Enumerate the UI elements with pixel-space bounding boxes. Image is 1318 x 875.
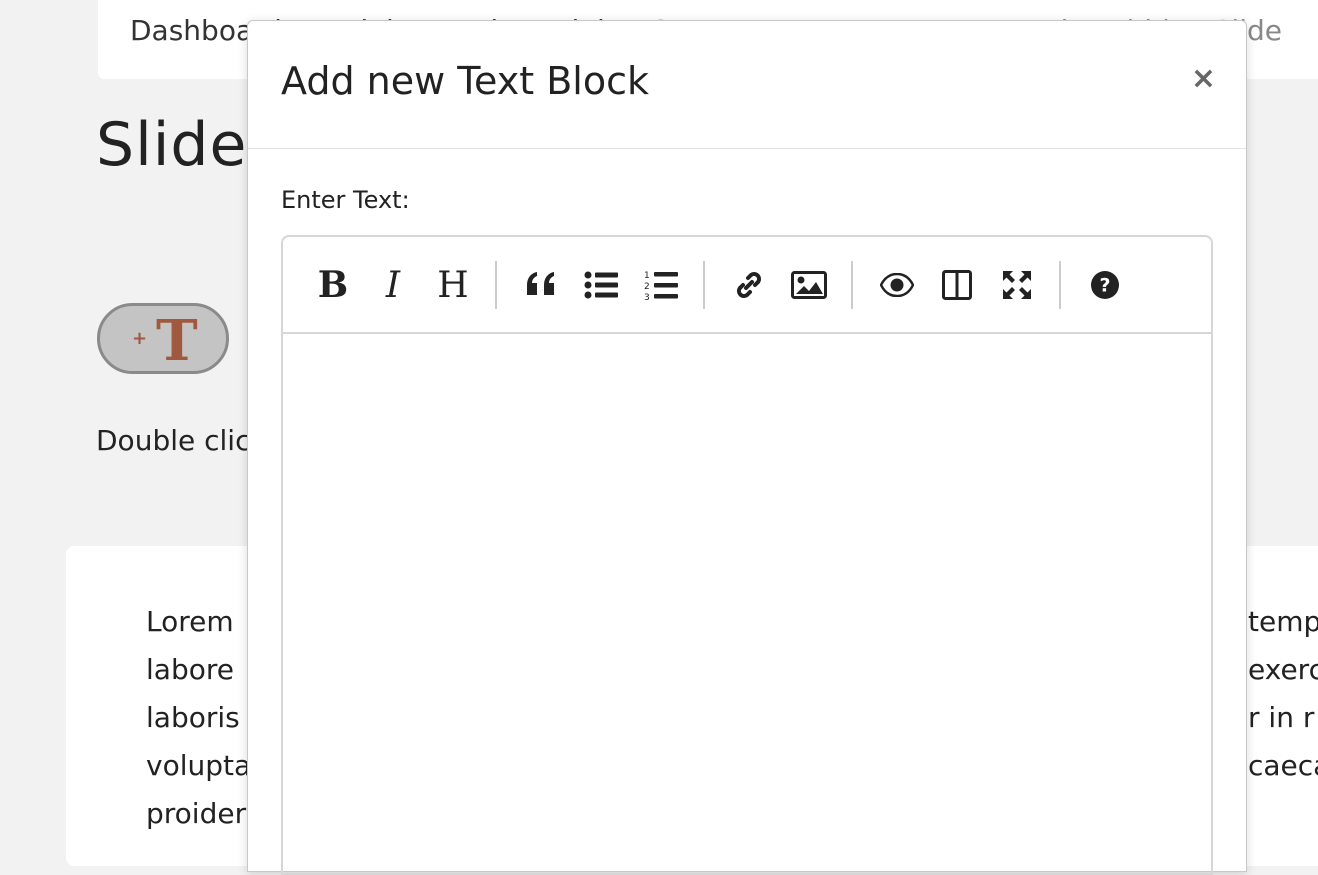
heading-icon[interactable]: H (431, 263, 475, 307)
markdown-editor: B I H 123 ? (281, 235, 1213, 875)
modal-title: Add new Text Block (281, 59, 649, 103)
link-icon[interactable] (727, 263, 771, 307)
svg-text:2: 2 (644, 282, 650, 292)
enter-text-label: Enter Text: (281, 186, 410, 214)
svg-text:3: 3 (644, 293, 650, 301)
hint-text: Double click (96, 424, 267, 457)
text-block-content-right: temp exerc r in r caeca (1248, 598, 1318, 790)
fullscreen-icon[interactable] (995, 263, 1039, 307)
plus-icon: + (132, 328, 148, 349)
unordered-list-icon[interactable] (579, 263, 623, 307)
toolbar-divider (703, 261, 705, 309)
editor-textarea[interactable] (283, 334, 1211, 874)
editor-toolbar: B I H 123 ? (283, 237, 1211, 334)
toolbar-divider (1059, 261, 1061, 309)
page-title: Slide: (96, 110, 269, 180)
text-icon: T (156, 308, 198, 374)
preview-icon[interactable] (875, 263, 919, 307)
modal-header: Add new Text Block × (248, 21, 1246, 149)
help-icon[interactable]: ? (1083, 263, 1127, 307)
toolbar-divider (851, 261, 853, 309)
svg-text:?: ? (1099, 275, 1110, 297)
side-by-side-icon[interactable] (935, 263, 979, 307)
heading-label: H (437, 264, 469, 306)
image-icon[interactable] (787, 263, 831, 307)
add-text-block-button[interactable]: + T (97, 303, 229, 374)
bold-icon[interactable]: B (311, 263, 355, 307)
close-icon[interactable]: × (1191, 61, 1216, 96)
content-line: caeca (1248, 749, 1318, 782)
italic-label: I (385, 264, 401, 306)
content-line: exerc (1248, 653, 1318, 686)
content-line: r in r (1248, 701, 1315, 734)
toolbar-divider (495, 261, 497, 309)
svg-text:1: 1 (644, 271, 650, 281)
ordered-list-icon[interactable]: 123 (639, 263, 683, 307)
content-line: temp (1248, 605, 1318, 638)
quote-icon[interactable] (519, 263, 563, 307)
add-text-block-modal: Add new Text Block × Enter Text: B I H 1… (247, 20, 1247, 875)
italic-icon[interactable]: I (371, 263, 415, 307)
bold-label: B (317, 264, 349, 306)
